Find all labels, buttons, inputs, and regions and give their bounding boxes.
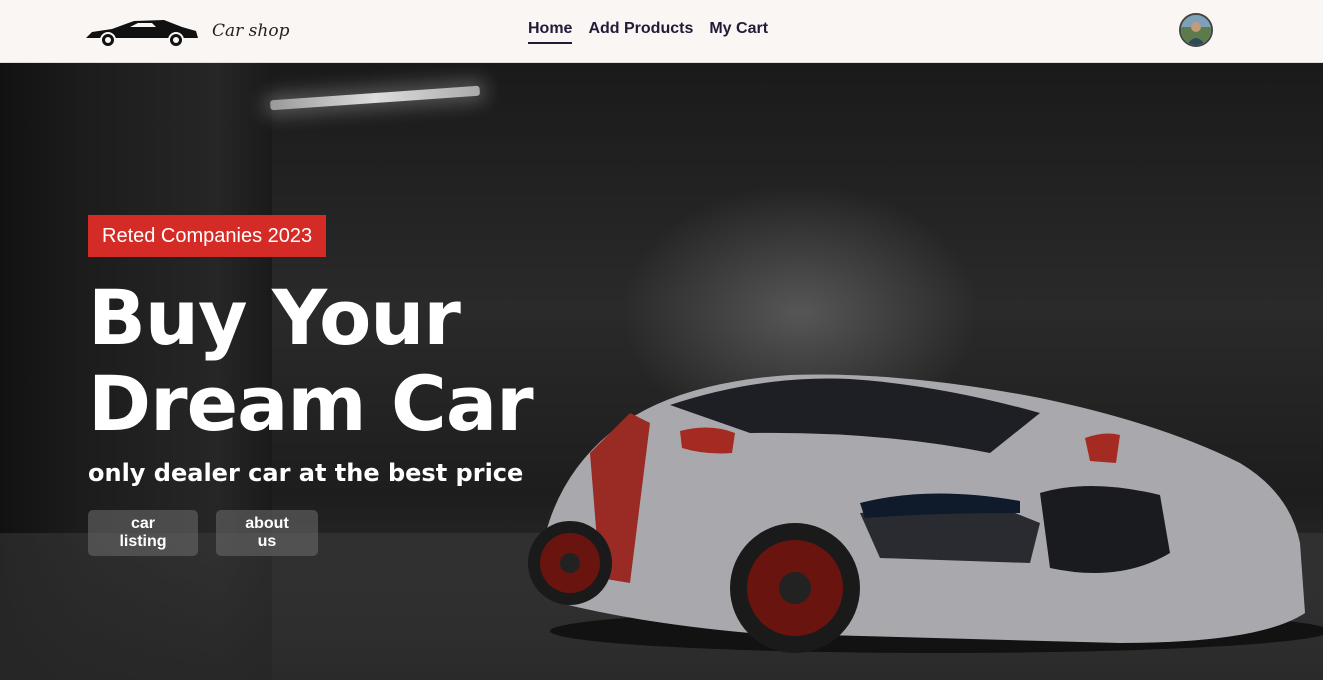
ceiling-light: [269, 85, 481, 111]
about-us-button[interactable]: about us: [216, 510, 318, 556]
nav-link-my-cart[interactable]: My Cart: [709, 20, 768, 44]
avatar-image: [1181, 15, 1211, 45]
nav-link-home[interactable]: Home: [528, 20, 573, 44]
nav-links: Home Add Products My Cart: [528, 20, 768, 44]
car-logo-icon: [86, 20, 198, 48]
hero-headline: Buy Your Dream Car: [88, 275, 608, 447]
hero-car-image: [528, 374, 1323, 653]
user-avatar[interactable]: [1179, 13, 1213, 47]
car-listing-button[interactable]: car listing: [88, 510, 198, 556]
hero-subheadline: only dealer car at the best price: [88, 459, 524, 487]
brand-name: Car shop: [212, 21, 290, 41]
brand[interactable]: Car shop: [82, 12, 289, 50]
navbar: Car shop Home Add Products My Cart: [0, 0, 1323, 63]
headline-line-1: Buy Your: [88, 273, 461, 362]
nav-link-add-products[interactable]: Add Products: [588, 20, 693, 44]
headline-line-2: Dream Car: [88, 359, 534, 448]
rated-companies-badge: Reted Companies 2023: [88, 215, 327, 257]
hero-section: Reted Companies 2023 Buy Your Dream Car …: [0, 63, 1323, 680]
